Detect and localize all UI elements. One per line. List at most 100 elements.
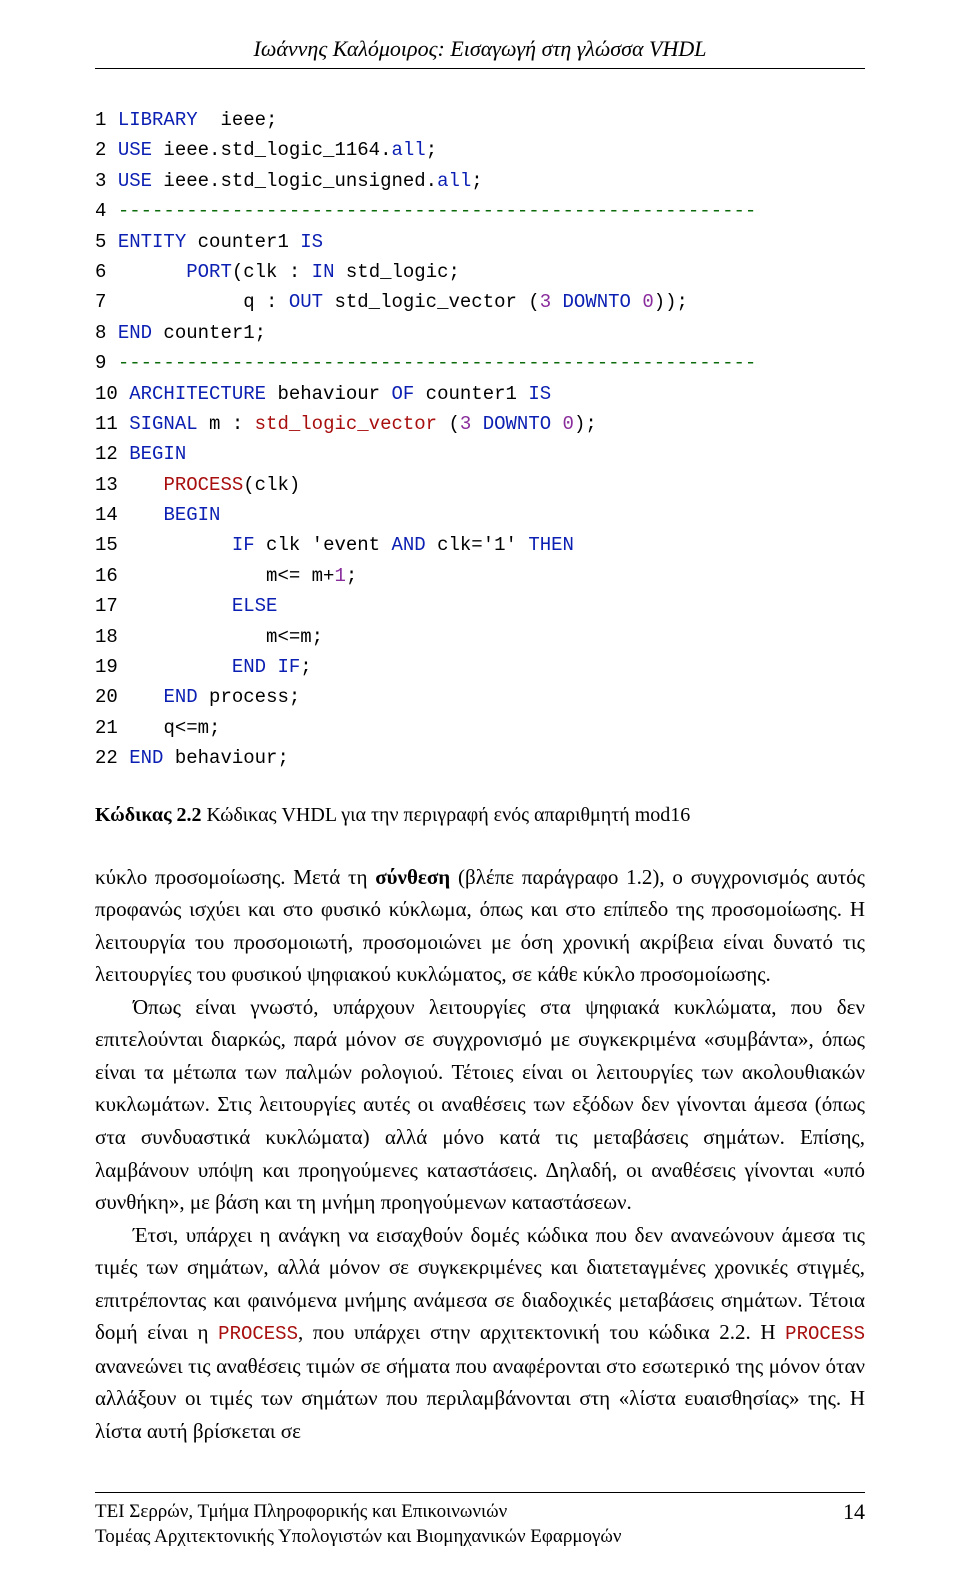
code-line: 21 q<=m; (95, 713, 865, 743)
code-token: END (118, 322, 152, 344)
line-number: 10 (95, 383, 129, 405)
code-token: m : (198, 413, 255, 435)
indent (129, 504, 163, 526)
code-token: q<=m; (163, 717, 220, 739)
code-token: USE (118, 170, 152, 192)
code-token: q : (243, 291, 289, 313)
code-line: 15 IF clk 'event AND clk='1' THEN (95, 530, 865, 560)
code-token: ( (437, 413, 460, 435)
code-token: THEN (528, 534, 574, 556)
code-token: clk='1' (426, 534, 529, 556)
line-number: 22 (95, 747, 129, 769)
code-token: ; (471, 170, 482, 192)
code-line: 20 END process; (95, 682, 865, 712)
indent (118, 261, 186, 283)
code-token: ----------------------------------------… (118, 352, 757, 374)
code-token: 3 (460, 413, 471, 435)
indent (129, 565, 266, 587)
p1-bold: σύνθεση (375, 865, 450, 889)
line-number: 21 (95, 717, 129, 739)
line-number: 5 (95, 231, 118, 253)
code-listing: 1 LIBRARY ieee;2 USE ieee.std_logic_1164… (95, 105, 865, 774)
code-line: 14 BEGIN (95, 500, 865, 530)
page: Ιωάννης Καλόμοιρος: Εισαγωγή στη γλώσσα … (0, 0, 960, 1580)
code-token: ieee.std_logic_unsigned. (152, 170, 437, 192)
code-token: END IF (232, 656, 300, 678)
line-number: 14 (95, 504, 129, 526)
code-token: ; (346, 565, 357, 587)
code-line: 10 ARCHITECTURE behaviour OF counter1 IS (95, 379, 865, 409)
code-token: LIBRARY (118, 109, 198, 131)
code-token: BEGIN (129, 443, 186, 465)
line-number: 7 (95, 291, 118, 313)
code-token: PROCESS (163, 474, 243, 496)
line-number: 8 (95, 322, 118, 344)
code-token (631, 291, 642, 313)
code-token: ieee; (198, 109, 278, 131)
line-number: 3 (95, 170, 118, 192)
code-token: m<= m+ (266, 565, 334, 587)
indent (129, 595, 232, 617)
p3-code-1: PROCESS (218, 1323, 298, 1345)
line-number: 4 (95, 200, 118, 222)
code-token (471, 413, 482, 435)
p3-c: ανανεώνει τις αναθέσεις τιμών σε σήματα … (95, 1354, 865, 1443)
line-number: 13 (95, 474, 129, 496)
code-line: 22 END behaviour; (95, 743, 865, 773)
code-line: 3 USE ieee.std_logic_unsigned.all; (95, 166, 865, 196)
code-token: IN (312, 261, 335, 283)
line-number: 12 (95, 443, 129, 465)
code-line: 6 PORT(clk : IN std_logic; (95, 257, 865, 287)
code-token: IS (528, 383, 551, 405)
line-number: 17 (95, 595, 129, 617)
code-line: 13 PROCESS(clk) (95, 470, 865, 500)
code-token: 3 (540, 291, 551, 313)
code-token: DOWNTO (563, 291, 631, 313)
line-number: 18 (95, 626, 129, 648)
code-line: 5 ENTITY counter1 IS (95, 227, 865, 257)
paragraph-1: κύκλο προσομοίωσης. Μετά τη σύνθεση (βλέ… (95, 861, 865, 991)
code-token: std_logic_vector ( (323, 291, 540, 313)
code-line: 18 m<=m; (95, 622, 865, 652)
code-token: counter1 (414, 383, 528, 405)
line-number: 1 (95, 109, 118, 131)
code-token: ); (574, 413, 597, 435)
code-token (551, 291, 562, 313)
code-token: OUT (289, 291, 323, 313)
indent (129, 717, 163, 739)
code-line: 8 END counter1; (95, 318, 865, 348)
code-token: 0 (563, 413, 574, 435)
code-line: 2 USE ieee.std_logic_1164.all; (95, 135, 865, 165)
indent (129, 656, 232, 678)
indent (129, 534, 232, 556)
code-token: std_logic; (334, 261, 459, 283)
p1-a: κύκλο προσομοίωσης. Μετά τη (95, 865, 375, 889)
code-token: process; (198, 686, 301, 708)
indent (118, 291, 243, 313)
caption-text: Κώδικας VHDL για την περιγραφή ενός απαρ… (202, 804, 691, 826)
paragraph-3: Έτσι, υπάρχει η ανάγκη να εισαχθούν δομέ… (95, 1219, 865, 1448)
code-line: 4 --------------------------------------… (95, 196, 865, 226)
code-token: USE (118, 139, 152, 161)
code-token: ; (300, 656, 311, 678)
line-number: 19 (95, 656, 129, 678)
code-token: SIGNAL (129, 413, 197, 435)
code-token: BEGIN (163, 504, 220, 526)
code-token: )); (654, 291, 688, 313)
line-number: 11 (95, 413, 129, 435)
code-token: 0 (642, 291, 653, 313)
code-token: END (129, 747, 163, 769)
code-line: 1 LIBRARY ieee; (95, 105, 865, 135)
code-line: 19 END IF; (95, 652, 865, 682)
code-token: ARCHITECTURE (129, 383, 266, 405)
code-token: DOWNTO (483, 413, 551, 435)
code-token: ENTITY (118, 231, 186, 253)
code-token: ; (426, 139, 437, 161)
line-number: 2 (95, 139, 118, 161)
footer: ΤΕΙ Σερρών, Τμήμα Πληροφορικής και Επικο… (95, 1492, 865, 1550)
code-line: 17 ELSE (95, 591, 865, 621)
code-line: 12 BEGIN (95, 439, 865, 469)
code-token: counter1 (186, 231, 300, 253)
code-token: ieee.std_logic_1164. (152, 139, 391, 161)
code-token: ELSE (232, 595, 278, 617)
